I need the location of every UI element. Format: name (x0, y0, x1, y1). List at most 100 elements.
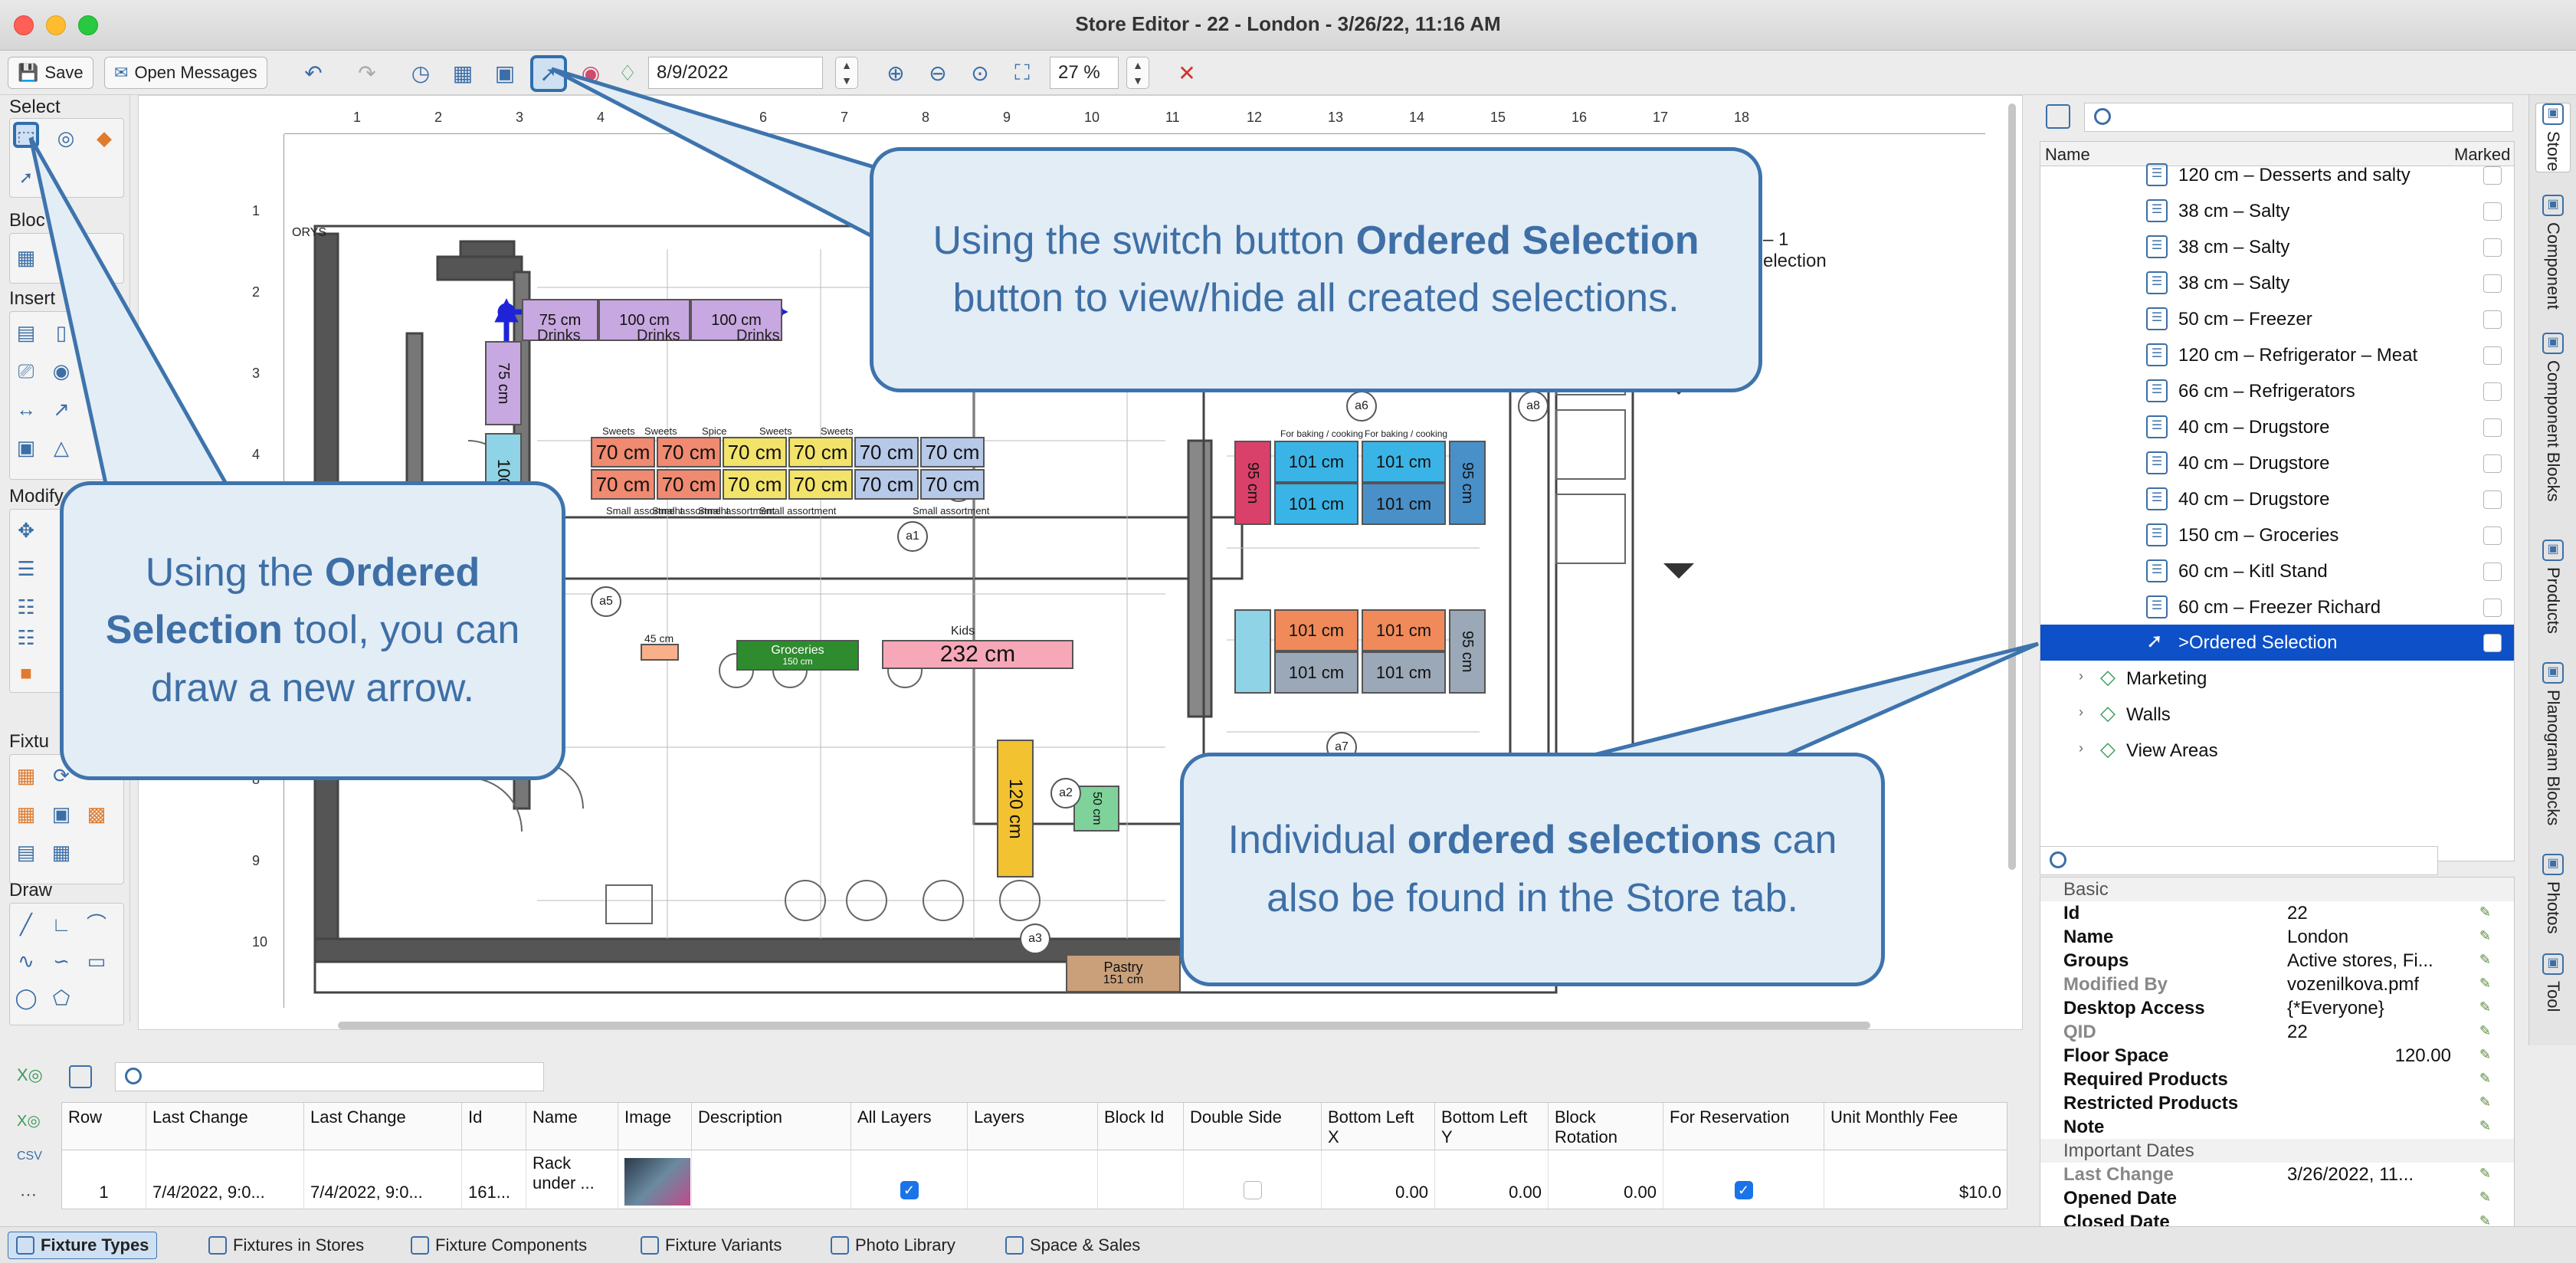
table-header-cell[interactable]: Bottom Left X (1322, 1103, 1435, 1150)
property-row[interactable]: Groups Active stores, Fi... ✎ (2040, 949, 2514, 973)
edit-icon[interactable]: ✎ (2479, 1094, 2491, 1110)
table-cell[interactable]: 0.00 (1435, 1150, 1549, 1209)
fixture-gondola-70[interactable]: 70 cm (657, 437, 721, 467)
edit-icon[interactable]: ✎ (2479, 1047, 2491, 1063)
table-cell[interactable] (968, 1150, 1098, 1209)
property-row[interactable]: Last Change 3/26/2022, 11... ✎ (2040, 1163, 2514, 1186)
fixture-gondola-70[interactable]: 70 cm (723, 469, 787, 500)
fixture-add-icon[interactable]: ▩ (84, 801, 110, 827)
tree-row-fixture[interactable]: ☰ 50 cm – Freezer (2040, 301, 2514, 337)
table-header-cell[interactable]: Last Change (146, 1103, 304, 1150)
marker-a6[interactable]: a6 (1346, 391, 1377, 422)
tree-row-fixture[interactable]: ☰ 38 cm – Salty (2040, 265, 2514, 301)
tree-row-ordered-selection[interactable]: ➚ >Ordered Selection (2040, 625, 2514, 661)
tree-row-fixture[interactable]: ☰ 38 cm – Salty (2040, 193, 2514, 229)
table-cell[interactable]: 7/4/2022, 9:0... (304, 1150, 462, 1209)
table-cell[interactable]: 0.00 (1549, 1150, 1663, 1209)
table-cell[interactable]: ✓ (1663, 1150, 1824, 1209)
tree-view-toggle-icon[interactable] (2046, 104, 2070, 129)
fixture-salty-101[interactable]: 101 cm (1362, 483, 1446, 525)
tree-row-marked-checkbox[interactable] (2483, 418, 2502, 437)
export-excel-icon[interactable]: X◎ (17, 1111, 41, 1130)
distribute-icon[interactable]: ☷ (13, 625, 39, 651)
edit-icon[interactable]: ✎ (2479, 1189, 2491, 1206)
fixture-kids-232[interactable]: 232 cm (882, 640, 1073, 669)
side-tab-products[interactable]: ▣ Products (2535, 540, 2571, 634)
tree-row-marked-checkbox[interactable] (2483, 166, 2502, 185)
ordered-selection-switch-icon[interactable]: ➚ (530, 55, 567, 92)
edit-icon[interactable]: ✎ (2479, 1071, 2491, 1087)
selection-frame-icon[interactable]: ▣ (490, 58, 519, 87)
tree-search-input[interactable] (2084, 103, 2513, 132)
marker-a2[interactable]: a2 (1050, 778, 1081, 809)
fixture-tea-coffee-101b[interactable]: 101 cm (1362, 609, 1446, 651)
image-icon[interactable]: ▣ (13, 435, 39, 461)
bottom-tab-fixture-types[interactable]: Fixture Types (8, 1232, 158, 1259)
properties-search-input[interactable] (2040, 846, 2438, 875)
open-messages-button[interactable]: ✉ Open Messages (104, 57, 267, 89)
tree-row-marked-checkbox[interactable] (2483, 454, 2502, 473)
fixture-baking-101[interactable]: 101 cm (1362, 441, 1446, 483)
bottom-tab-fixture-components[interactable]: Fixture Components (403, 1232, 595, 1259)
table-header-cell[interactable]: Id (462, 1103, 526, 1150)
align-top-icon[interactable]: ☷ (13, 594, 39, 620)
fixture-gondola-70[interactable]: 70 cm (591, 469, 655, 500)
zoom-field[interactable]: 27 % (1050, 57, 1119, 89)
fixture-groceries-150[interactable]: Groceries 150 cm (736, 640, 859, 671)
fixture-icon[interactable]: ▤ (13, 320, 39, 346)
fixture-95-pink[interactable]: 95 cm (1234, 441, 1271, 525)
checkbox-checked[interactable]: ✓ (1734, 1181, 1753, 1199)
zoom-out-icon[interactable]: ⊖ (923, 58, 952, 87)
document-icon[interactable]: ▯ (48, 320, 74, 346)
fixture-frame-icon[interactable]: ▣ (48, 801, 74, 827)
table-cell[interactable] (1098, 1150, 1184, 1209)
tree-row-marked-checkbox[interactable] (2483, 310, 2502, 329)
edit-icon[interactable]: ✎ (2479, 999, 2491, 1015)
side-tab-component-blocks[interactable]: ▣ Component Blocks (2535, 333, 2571, 502)
draw-curve-icon[interactable]: ∿ (13, 948, 39, 974)
table-header-cell[interactable]: Block Id (1098, 1103, 1184, 1150)
side-tab-component[interactable]: ▣ Component (2535, 195, 2571, 310)
zoom-stepper[interactable]: ▲ ▼ (1126, 57, 1149, 89)
property-row[interactable]: Floor Space 120.00 ✎ (2040, 1044, 2514, 1068)
fixture-gondola-70[interactable]: 70 cm (920, 469, 985, 500)
fixture-list-icon[interactable]: ▤ (13, 839, 39, 865)
side-tab-photos[interactable]: ▣ Photos (2535, 854, 2571, 934)
snap-icon[interactable]: ◉ (576, 58, 605, 87)
table-header-cell[interactable]: Double Side (1184, 1103, 1322, 1150)
table-cell[interactable]: 161... (462, 1150, 526, 1209)
property-row[interactable]: Note ✎ (2040, 1115, 2514, 1139)
edit-icon[interactable]: ✎ (2479, 1118, 2491, 1134)
fixture-gondola-70[interactable]: 70 cm (591, 437, 655, 467)
property-row[interactable]: Required Products ✎ (2040, 1068, 2514, 1091)
export-csv-icon[interactable]: CSV (17, 1150, 42, 1163)
tree-row-fixture[interactable]: ☰ 66 cm – Refrigerators (2040, 373, 2514, 409)
table-header-cell[interactable]: Row (62, 1103, 146, 1150)
table-header-cell[interactable]: For Reservation (1663, 1103, 1824, 1150)
tree-row-marked-checkbox[interactable] (2483, 563, 2502, 581)
marker-a8[interactable]: a8 (1518, 391, 1549, 422)
fixture-tea-coffee-101a[interactable]: 101 cm (1274, 609, 1358, 651)
edit-icon[interactable]: ✎ (2479, 1023, 2491, 1039)
fixture-breakfast-101a[interactable]: 101 cm (1274, 651, 1358, 694)
checkbox-checked[interactable]: ✓ (900, 1181, 919, 1199)
fixture-gondola-70[interactable]: 70 cm (657, 469, 721, 500)
draw-freeform-icon[interactable]: ∽ (48, 948, 74, 974)
table-header-cell[interactable]: Unit Monthly Fee (1824, 1103, 2007, 1150)
bottom-tab-fixtures-in-stores[interactable]: Fixtures in Stores (201, 1232, 372, 1259)
fixture-small-45[interactable] (641, 644, 679, 661)
tree-row-fixture[interactable]: ☰ 40 cm – Drugstore (2040, 445, 2514, 481)
tree-group-row[interactable]: › ◇ View Areas (2040, 733, 2514, 769)
date-stepper[interactable]: ▲ ▼ (835, 57, 858, 89)
tree-group-row[interactable]: › ◇ Walls (2040, 697, 2514, 733)
table-cell[interactable] (618, 1150, 692, 1209)
prop-group-basic[interactable]: Basic (2040, 878, 2514, 901)
layers-icon[interactable]: ♢ (613, 58, 642, 87)
align-left-icon[interactable]: ☰ (13, 556, 39, 582)
bottom-tab-space-sales[interactable]: Space & Sales (998, 1232, 1148, 1259)
fixture-salty-95[interactable]: 95 cm (1449, 441, 1486, 525)
marker-a3[interactable]: a3 (1020, 923, 1050, 954)
move-icon[interactable]: ✥ (13, 517, 39, 543)
table-cell[interactable]: ✓ (851, 1150, 968, 1209)
fixture-breakfast-101b[interactable]: 101 cm (1362, 651, 1446, 694)
